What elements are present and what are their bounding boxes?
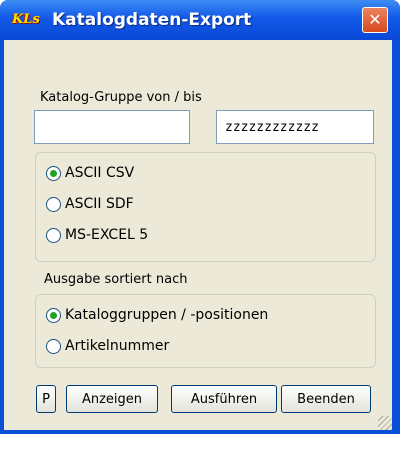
format-option-ascii-csv[interactable]: ASCII CSV [46, 162, 134, 184]
group-from-input[interactable] [34, 110, 190, 144]
exit-button[interactable]: Beenden [281, 385, 371, 413]
dialog-client-area: Katalog-Gruppe von / bis zzzzzzzzzzzz AS… [4, 40, 392, 430]
format-option-label: ASCII CSV [65, 165, 135, 181]
p-button[interactable]: P [36, 385, 56, 413]
dialog-window: KLs Katalogdaten-Export ✕ Katalog-Gruppe… [0, 0, 400, 434]
sort-option-label: Artikelnummer [65, 338, 170, 354]
window-title: Katalogdaten-Export [52, 10, 252, 30]
sort-option-label: Kataloggruppen / -positionen [65, 307, 269, 323]
radio-unselected-icon [46, 196, 61, 212]
format-option-ascii-sdf[interactable]: ASCII SDF [46, 193, 134, 215]
format-option-ms-excel[interactable]: MS-EXCEL 5 [46, 224, 148, 246]
format-option-label: MS-EXCEL 5 [65, 227, 149, 243]
catalog-group-label: Katalog-Gruppe von / bis [40, 90, 202, 105]
resize-grip-icon[interactable] [378, 416, 392, 430]
group-to-input[interactable]: zzzzzzzzzzzz [216, 110, 374, 144]
sort-option-article-number[interactable]: Artikelnummer [46, 335, 169, 357]
radio-selected-icon [46, 165, 61, 181]
sort-label: Ausgabe sortiert nach [44, 272, 188, 287]
radio-unselected-icon [46, 338, 61, 354]
show-button[interactable]: Anzeigen [66, 385, 158, 413]
radio-unselected-icon [46, 227, 61, 243]
close-button[interactable]: ✕ [362, 7, 388, 33]
sort-option-catalog-groups[interactable]: Kataloggruppen / -positionen [46, 304, 268, 326]
format-option-label: ASCII SDF [65, 196, 134, 212]
radio-selected-icon [46, 307, 61, 323]
app-logo-icon: KLs [12, 12, 40, 27]
format-group: ASCII CSV ASCII SDF MS-EXCEL 5 [35, 152, 376, 262]
run-button[interactable]: Ausführen [171, 385, 277, 413]
title-bar[interactable]: KLs Katalogdaten-Export ✕ [0, 0, 400, 40]
sort-group: Kataloggruppen / -positionen Artikelnumm… [35, 294, 376, 368]
